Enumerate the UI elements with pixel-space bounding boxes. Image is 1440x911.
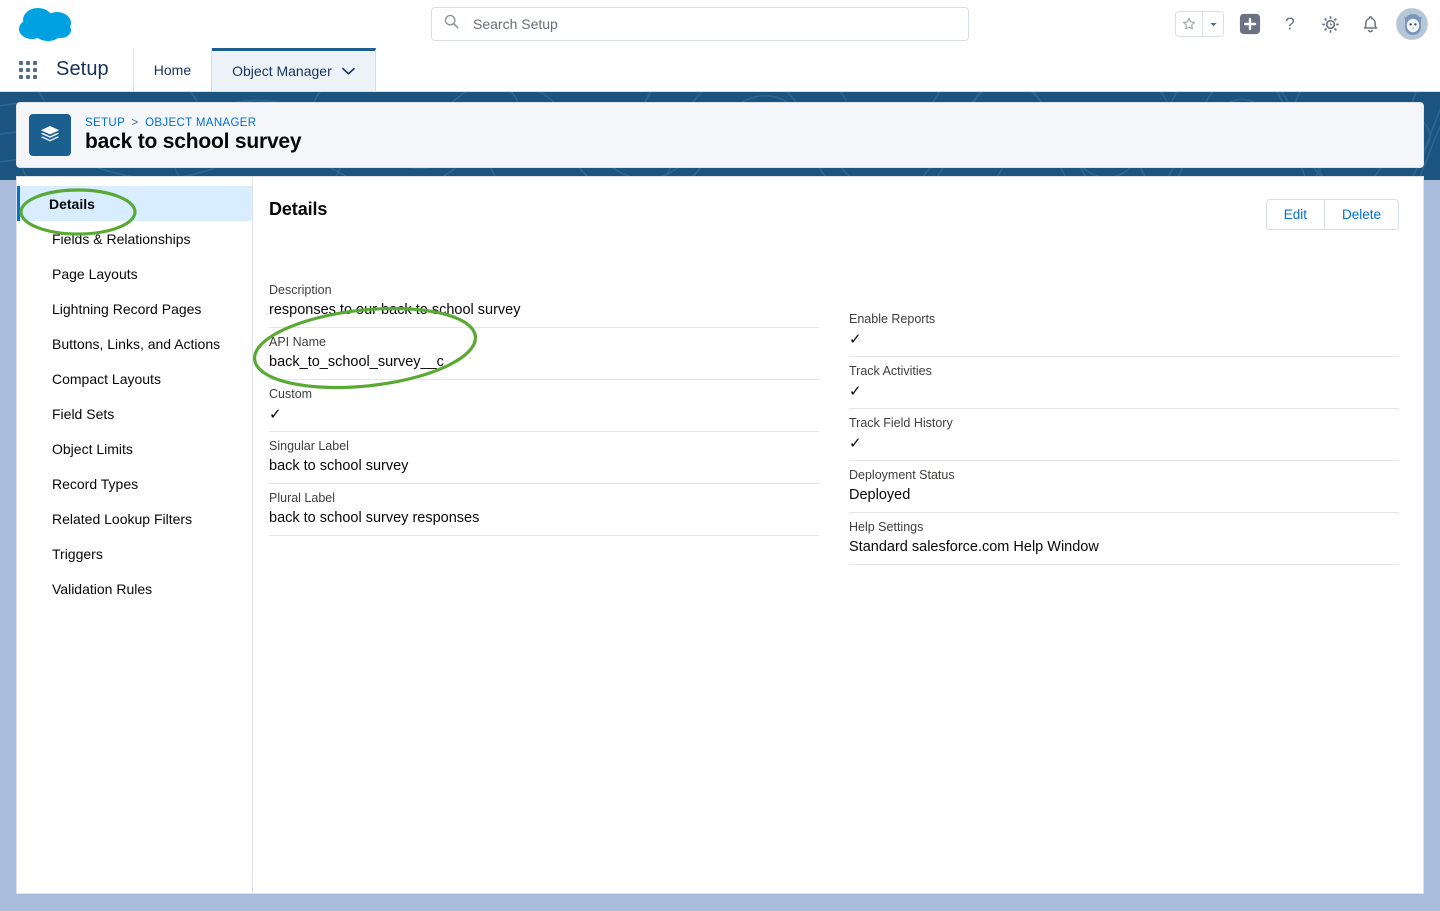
breadcrumb-item-object-manager[interactable]: OBJECT MANAGER	[145, 117, 256, 129]
field-label: Singular Label	[269, 439, 349, 453]
field-track-field-history: Track Field History ✓	[849, 409, 1399, 461]
field-label: API Name	[269, 335, 326, 349]
field-label: Description	[269, 283, 332, 297]
field-singular-label: Singular Label back to school survey	[269, 432, 819, 484]
sidebar-item-record-types[interactable]: Record Types	[17, 466, 252, 501]
object-sidebar-nav: Details Fields & Relationships Page Layo…	[17, 177, 253, 893]
right-column-offset-spacer	[849, 276, 1399, 305]
field-value: back to school survey	[269, 458, 409, 474]
setup-label: Setup	[56, 58, 109, 80]
sidebar-item-label: Page Layouts	[52, 265, 138, 282]
field-value: back to school survey responses	[269, 510, 480, 526]
field-help-settings: Help Settings Standard salesforce.com He…	[849, 513, 1399, 565]
tab-object-manager[interactable]: Object Manager	[212, 48, 376, 91]
field-value: Standard salesforce.com Help Window	[849, 539, 1099, 555]
nav-tab-list: Home Object Manager	[132, 48, 376, 91]
sidebar-item-label: Fields & Relationships	[52, 230, 191, 247]
sidebar-item-triggers[interactable]: Triggers	[17, 536, 252, 571]
sidebar-item-details[interactable]: Details	[17, 186, 252, 221]
sidebar-item-field-sets[interactable]: Field Sets	[17, 396, 252, 431]
field-value: Deployed	[849, 487, 911, 503]
sidebar-item-label: Details	[49, 195, 95, 212]
field-label: Track Activities	[849, 364, 932, 378]
favorites-star-icon[interactable]	[1176, 12, 1202, 36]
field-label: Track Field History	[849, 416, 953, 430]
favorites-dropdown-icon[interactable]	[1202, 12, 1223, 36]
sidebar-item-validation-rules[interactable]: Validation Rules	[17, 571, 252, 606]
sidebar-item-label: Field Sets	[52, 405, 115, 422]
svg-text:?: ?	[1285, 14, 1295, 34]
details-heading: Details	[269, 199, 328, 219]
sidebar-item-label: Object Limits	[52, 440, 133, 457]
salesforce-cloud-logo[interactable]	[12, 3, 82, 45]
checkmark-icon: ✓	[269, 406, 282, 423]
search-box[interactable]	[431, 7, 969, 41]
sidebar-item-label: Related Lookup Filters	[52, 510, 193, 527]
delete-button[interactable]: Delete	[1323, 200, 1398, 229]
field-enable-reports: Enable Reports ✓	[849, 305, 1399, 357]
details-header-row: Details Edit Delete	[269, 199, 1399, 230]
search-setup-container[interactable]	[431, 7, 969, 41]
sidebar-item-page-layouts[interactable]: Page Layouts	[17, 256, 252, 291]
sidebar-item-label: Buttons, Links, and Actions	[52, 335, 221, 352]
favorites-control[interactable]	[1175, 11, 1224, 37]
edit-button[interactable]: Edit	[1266, 200, 1324, 229]
global-header: ?	[0, 0, 1440, 48]
field-api-name: API Name back_to_school_survey__c	[269, 328, 819, 380]
field-label: Plural Label	[269, 491, 336, 505]
setup-gear-icon[interactable]	[1316, 10, 1344, 38]
sidebar-item-related-lookup-filters[interactable]: Related Lookup Filters	[17, 501, 252, 536]
sidebar-item-object-limits[interactable]: Object Limits	[17, 431, 252, 466]
field-label: Deployment Status	[849, 468, 955, 482]
field-custom: Custom ✓	[269, 380, 819, 432]
field-plural-label: Plural Label back to school survey respo…	[269, 484, 819, 536]
sidebar-item-label: Validation Rules	[52, 580, 153, 597]
details-right-column: Enable Reports ✓ Track Activities ✓ Trac…	[849, 276, 1399, 565]
chevron-down-icon[interactable]	[341, 63, 355, 79]
sidebar-item-compact-layouts[interactable]: Compact Layouts	[17, 361, 252, 396]
field-track-activities: Track Activities ✓	[849, 357, 1399, 409]
object-stack-icon	[29, 114, 71, 156]
breadcrumb-item-setup[interactable]: SETUP	[85, 117, 125, 129]
field-value: responses to our back to school survey	[269, 302, 521, 318]
sidebar-item-label: Compact Layouts	[52, 370, 161, 387]
notifications-bell-icon[interactable]	[1356, 10, 1384, 38]
sidebar-item-label: Record Types	[52, 475, 139, 492]
sidebar-item-label: Lightning Record Pages	[52, 300, 202, 317]
field-label: Custom	[269, 387, 313, 401]
app-launcher-icon[interactable]	[0, 48, 56, 91]
field-deployment-status: Deployment Status Deployed	[849, 461, 1399, 513]
sidebar-item-buttons-links-actions[interactable]: Buttons, Links, and Actions	[17, 326, 252, 361]
content-card: Details Fields & Relationships Page Layo…	[16, 176, 1424, 894]
details-action-buttons: Edit Delete	[1265, 199, 1399, 230]
field-label: Help Settings	[849, 520, 924, 534]
checkmark-icon: ✓	[849, 331, 862, 348]
sidebar-item-fields-relationships[interactable]: Fields & Relationships	[17, 221, 252, 256]
breadcrumb: SETUP > OBJECT MANAGER	[85, 117, 301, 129]
tab-home[interactable]: Home	[133, 48, 213, 91]
search-input[interactable]	[473, 16, 913, 32]
user-avatar[interactable]	[1396, 8, 1428, 40]
checkmark-icon: ✓	[849, 435, 862, 452]
field-description: Description responses to our back to sch…	[269, 276, 819, 328]
tab-home-label: Home	[153, 61, 192, 78]
page-title: back to school survey	[85, 129, 302, 153]
help-icon[interactable]: ?	[1276, 10, 1304, 38]
field-label: Enable Reports	[849, 312, 936, 326]
header-icon-group: ?	[1175, 0, 1428, 48]
breadcrumb-separator: >	[131, 116, 139, 129]
tab-object-manager-label: Object Manager	[232, 63, 332, 79]
checkmark-icon: ✓	[849, 383, 862, 400]
setup-nav-bar: Setup Home Object Manager	[0, 48, 1440, 92]
details-left-column: Description responses to our back to sch…	[269, 276, 819, 565]
sidebar-item-lightning-record-pages[interactable]: Lightning Record Pages	[17, 291, 252, 326]
add-icon[interactable]	[1236, 10, 1264, 38]
page-header-card: SETUP > OBJECT MANAGER back to school su…	[16, 102, 1424, 168]
details-panel: Details Edit Delete Description response…	[253, 177, 1423, 893]
sidebar-item-label: Triggers	[52, 545, 103, 562]
field-value: back_to_school_survey__c	[269, 354, 444, 370]
search-icon	[444, 14, 459, 34]
details-fields-region: Description responses to our back to sch…	[269, 276, 1399, 565]
